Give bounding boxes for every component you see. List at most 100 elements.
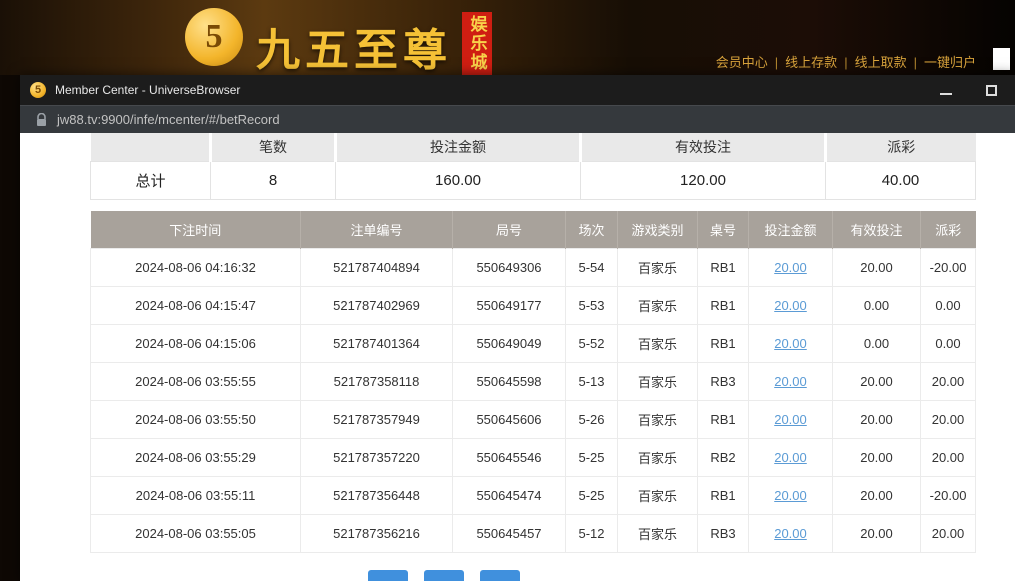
round-id-cell: 550645546	[453, 438, 566, 476]
table-no-cell: RB1	[698, 324, 749, 362]
nav-link-member-center[interactable]: 会员中心	[716, 55, 768, 70]
header-valid-bet: 有效投注	[833, 211, 921, 248]
nav-link-deposit[interactable]: 线上存款	[785, 55, 837, 70]
payout-cell: 0.00	[921, 324, 976, 362]
nav-link-one-key-transfer[interactable]: 一键归户	[924, 55, 976, 70]
maximize-icon[interactable]	[986, 85, 997, 96]
bet-time-cell: 2024-08-06 03:55:55	[91, 362, 301, 400]
summary-bet-amount-value: 160.00	[336, 161, 581, 199]
round-id-cell: 550645457	[453, 514, 566, 552]
game-type-cell: 百家乐	[618, 286, 698, 324]
game-type-cell: 百家乐	[618, 514, 698, 552]
session-cell: 5-54	[566, 248, 618, 286]
summary-header-bet-amount: 投注金额	[336, 133, 581, 161]
bet-amount-cell: 20.00	[749, 324, 833, 362]
bet-amount-link[interactable]: 20.00	[774, 298, 807, 313]
bet-id-cell: 521787401364	[301, 324, 453, 362]
summary-count-value: 8	[211, 161, 336, 199]
bet-amount-link[interactable]: 20.00	[774, 412, 807, 427]
table-no-cell: RB3	[698, 362, 749, 400]
header-game-type: 游戏类别	[618, 211, 698, 248]
table-header-row: 下注时间 注单编号 局号 场次 游戏类别 桌号 投注金额 有效投注 派彩	[91, 211, 976, 248]
bet-id-cell: 521787356448	[301, 476, 453, 514]
table-row: 2024-08-06 04:15:47521787402969550649177…	[91, 286, 976, 324]
side-panel-button[interactable]	[993, 48, 1010, 70]
payout-cell: -20.00	[921, 248, 976, 286]
bet-id-cell: 521787402969	[301, 286, 453, 324]
bet-amount-cell: 20.00	[749, 514, 833, 552]
bet-amount-cell: 20.00	[749, 248, 833, 286]
bet-amount-link[interactable]: 20.00	[774, 488, 807, 503]
header-payout: 派彩	[921, 211, 976, 248]
browser-window: 5 Member Center - UniverseBrowser jw88.t…	[20, 75, 1015, 581]
header-session: 场次	[566, 211, 618, 248]
valid-bet-cell: 20.00	[833, 438, 921, 476]
pagination-button[interactable]	[480, 570, 520, 581]
table-no-cell: RB2	[698, 438, 749, 476]
valid-bet-cell: 20.00	[833, 248, 921, 286]
game-type-cell: 百家乐	[618, 438, 698, 476]
summary-total-label: 总计	[91, 161, 211, 199]
session-cell: 5-13	[566, 362, 618, 400]
header-bet-time: 下注时间	[91, 211, 301, 248]
bet-amount-cell: 20.00	[749, 400, 833, 438]
valid-bet-cell: 0.00	[833, 286, 921, 324]
payout-cell: 20.00	[921, 362, 976, 400]
table-no-cell: RB1	[698, 400, 749, 438]
session-cell: 5-12	[566, 514, 618, 552]
lock-icon	[36, 113, 47, 127]
brand-logo-icon: 5	[185, 8, 243, 66]
session-cell: 5-25	[566, 438, 618, 476]
bet-time-cell: 2024-08-06 04:16:32	[91, 248, 301, 286]
summary-valid-bet-value: 120.00	[581, 161, 826, 199]
payout-cell: 20.00	[921, 400, 976, 438]
page-content: 笔数 投注金额 有效投注 派彩 总计 8 160.00 120.00 40.00	[20, 133, 1015, 581]
table-row: 2024-08-06 03:55:29521787357220550645546…	[91, 438, 976, 476]
pagination-button[interactable]	[368, 570, 408, 581]
payout-cell: -20.00	[921, 476, 976, 514]
bet-amount-link[interactable]: 20.00	[774, 526, 807, 541]
bet-id-cell: 521787356216	[301, 514, 453, 552]
session-cell: 5-52	[566, 324, 618, 362]
payout-cell: 0.00	[921, 286, 976, 324]
nav-separator: |	[775, 55, 778, 70]
game-type-cell: 百家乐	[618, 400, 698, 438]
bet-amount-link[interactable]: 20.00	[774, 374, 807, 389]
bet-amount-cell: 20.00	[749, 362, 833, 400]
brand-name: 九五至尊	[256, 14, 452, 78]
browser-favicon-icon: 5	[30, 82, 46, 98]
window-controls	[940, 85, 1005, 96]
round-id-cell: 550645606	[453, 400, 566, 438]
game-type-cell: 百家乐	[618, 476, 698, 514]
bet-amount-link[interactable]: 20.00	[774, 450, 807, 465]
summary-header-count: 笔数	[211, 133, 336, 161]
browser-urlbar[interactable]: jw88.tv:9900/infe/mcenter/#/betRecord	[20, 105, 1015, 133]
valid-bet-cell: 0.00	[833, 324, 921, 362]
table-row: 2024-08-06 03:55:55521787358118550645598…	[91, 362, 976, 400]
round-id-cell: 550649049	[453, 324, 566, 362]
valid-bet-cell: 20.00	[833, 400, 921, 438]
pagination	[368, 570, 520, 581]
minimize-icon[interactable]	[940, 85, 952, 95]
bet-amount-cell: 20.00	[749, 438, 833, 476]
table-no-cell: RB1	[698, 476, 749, 514]
summary-table: 笔数 投注金额 有效投注 派彩 总计 8 160.00 120.00 40.00	[90, 133, 976, 200]
table-row: 2024-08-06 03:55:05521787356216550645457…	[91, 514, 976, 552]
nav-separator: |	[914, 55, 917, 70]
nav-link-withdraw[interactable]: 线上取款	[855, 55, 907, 70]
session-cell: 5-25	[566, 476, 618, 514]
bet-time-cell: 2024-08-06 04:15:47	[91, 286, 301, 324]
round-id-cell: 550649306	[453, 248, 566, 286]
game-type-cell: 百家乐	[618, 362, 698, 400]
bet-id-cell: 521787358118	[301, 362, 453, 400]
header-bet-id: 注单编号	[301, 211, 453, 248]
pagination-button[interactable]	[424, 570, 464, 581]
bet-amount-link[interactable]: 20.00	[774, 336, 807, 351]
table-row: 2024-08-06 03:55:50521787357949550645606…	[91, 400, 976, 438]
brand-logo-text: 5	[206, 18, 223, 56]
bet-amount-cell: 20.00	[749, 286, 833, 324]
table-no-cell: RB3	[698, 514, 749, 552]
bet-id-cell: 521787404894	[301, 248, 453, 286]
bet-amount-link[interactable]: 20.00	[774, 260, 807, 275]
round-id-cell: 550645598	[453, 362, 566, 400]
